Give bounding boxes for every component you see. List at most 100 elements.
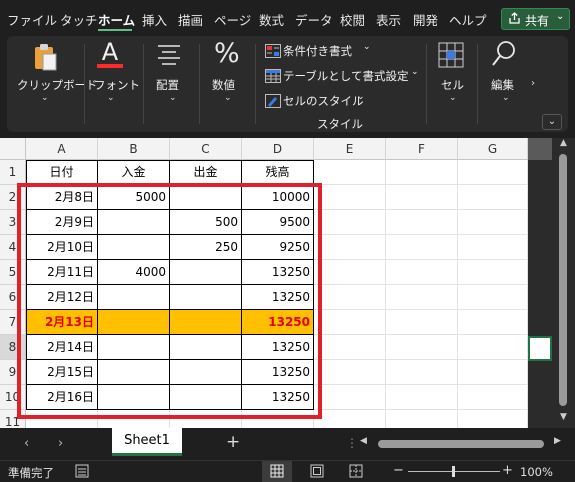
column-header[interactable]: G xyxy=(458,138,528,160)
tab-touch[interactable]: タッチ xyxy=(60,10,98,29)
select-all-corner[interactable] xyxy=(0,138,26,160)
empty-cell[interactable] xyxy=(386,160,458,185)
ribbon-scroll-right[interactable]: › xyxy=(528,38,542,108)
column-header[interactable]: E xyxy=(314,138,386,160)
zoom-slider-handle[interactable] xyxy=(452,466,455,477)
empty-cell[interactable] xyxy=(314,185,386,210)
worksheet-grid[interactable]: A B C D E F G 1 2 3 4 5 6 7 8 9 10 11 日付… xyxy=(0,138,528,428)
empty-cell[interactable] xyxy=(386,410,458,428)
share-icon xyxy=(508,12,521,28)
selected-cell[interactable] xyxy=(528,336,552,361)
empty-cell[interactable] xyxy=(386,235,458,260)
empty-cell[interactable] xyxy=(458,210,528,235)
alignment-group[interactable]: 配置 ⌄ xyxy=(147,36,197,132)
horizontal-scrollbar[interactable]: ◀ ▶ xyxy=(360,436,565,450)
scroll-left-icon[interactable]: ◀ xyxy=(360,436,367,446)
chevron-right-icon[interactable]: › xyxy=(58,436,63,451)
page-layout-view-icon[interactable] xyxy=(310,464,324,481)
empty-cell[interactable] xyxy=(458,385,528,410)
page-break-view-icon[interactable] xyxy=(349,464,363,481)
empty-cell[interactable] xyxy=(458,310,528,335)
zoom-in-button[interactable]: + xyxy=(502,463,513,478)
column-header[interactable]: F xyxy=(386,138,458,160)
empty-cell[interactable] xyxy=(458,260,528,285)
tab-data[interactable]: データ xyxy=(295,10,333,29)
clipboard-icon xyxy=(32,42,60,75)
empty-cell[interactable] xyxy=(386,385,458,410)
tab-insert[interactable]: 挿入 xyxy=(142,10,167,29)
collapse-ribbon-button[interactable]: ⌄ xyxy=(542,114,562,130)
empty-cell[interactable] xyxy=(314,335,386,360)
styles-group-label: スタイル xyxy=(317,117,363,131)
cells-group[interactable]: セル ⌄ xyxy=(430,36,474,132)
empty-cell[interactable] xyxy=(386,210,458,235)
number-group[interactable]: % 数値 ⌄ xyxy=(203,36,253,132)
editing-group[interactable]: 編集 ⌄ xyxy=(482,36,526,132)
chevron-down-icon: ⌄ xyxy=(169,93,177,103)
tab-developer[interactable]: 開発 xyxy=(413,10,438,29)
column-header[interactable]: D xyxy=(242,138,314,160)
empty-cell[interactable] xyxy=(386,360,458,385)
tab-draw[interactable]: 描画 xyxy=(178,10,203,29)
empty-cell[interactable] xyxy=(458,185,528,210)
tab-page-layout[interactable]: ページ xyxy=(214,10,251,29)
more-options-icon[interactable]: ⋮ xyxy=(346,436,358,450)
empty-cell[interactable] xyxy=(386,335,458,360)
empty-cell[interactable] xyxy=(458,360,528,385)
chevron-down-icon: ⌄ xyxy=(224,93,232,103)
zoom-level[interactable]: 100% xyxy=(520,465,553,479)
clipboard-group[interactable]: クリップボード ⌄ xyxy=(7,36,98,132)
empty-cell[interactable] xyxy=(386,285,458,310)
add-sheet-button[interactable]: + xyxy=(226,432,240,452)
header-cell-deposit[interactable]: 入金 xyxy=(98,160,170,185)
column-header[interactable]: B xyxy=(98,138,170,160)
tab-home[interactable]: ホーム xyxy=(98,10,135,29)
empty-cell[interactable] xyxy=(314,210,386,235)
horizontal-scroll-thumb[interactable] xyxy=(378,440,544,448)
empty-cell[interactable] xyxy=(314,360,386,385)
active-tab-indicator xyxy=(98,29,132,31)
column-header[interactable]: C xyxy=(170,138,242,160)
empty-cell[interactable] xyxy=(458,235,528,260)
empty-cell[interactable] xyxy=(458,285,528,310)
search-icon xyxy=(491,40,517,71)
empty-cell[interactable] xyxy=(386,185,458,210)
empty-cell[interactable] xyxy=(314,310,386,335)
share-button[interactable]: 共有 ⌄ xyxy=(501,8,570,30)
normal-view-icon[interactable] xyxy=(270,464,284,481)
empty-cell[interactable] xyxy=(314,235,386,260)
sheet-tab[interactable]: Sheet1 xyxy=(112,428,182,456)
column-header[interactable]: A xyxy=(26,138,98,160)
tab-help[interactable]: ヘルプ xyxy=(449,10,487,29)
empty-cell[interactable] xyxy=(458,410,528,428)
empty-cell[interactable] xyxy=(458,335,528,360)
scroll-right-icon[interactable]: ▶ xyxy=(554,436,561,446)
chevron-down-icon: ⌄ xyxy=(411,67,419,77)
chevron-left-icon[interactable]: ‹ xyxy=(24,436,29,451)
scroll-up-icon[interactable]: ▲ xyxy=(560,138,567,148)
ribbon-separator xyxy=(426,44,427,124)
row-header[interactable]: 1 xyxy=(0,160,26,185)
empty-cell[interactable] xyxy=(386,260,458,285)
chevron-down-icon: ⌄ xyxy=(502,93,510,103)
header-cell-withdrawal[interactable]: 出金 xyxy=(170,160,242,185)
empty-cell[interactable] xyxy=(314,385,386,410)
vertical-scrollbar[interactable]: ▲ ▼ xyxy=(528,138,575,428)
empty-cell[interactable] xyxy=(314,160,386,185)
tab-review[interactable]: 校閲 xyxy=(340,10,365,29)
tab-file[interactable]: ファイル xyxy=(7,10,57,29)
empty-cell[interactable] xyxy=(314,260,386,285)
font-group[interactable]: A フォント ⌄ xyxy=(87,36,140,132)
tab-view[interactable]: 表示 xyxy=(376,10,401,29)
header-cell-date[interactable]: 日付 xyxy=(26,160,98,185)
empty-cell[interactable] xyxy=(386,310,458,335)
scroll-down-icon[interactable]: ▼ xyxy=(560,412,567,422)
accessibility-icon[interactable] xyxy=(75,464,89,481)
empty-cell[interactable] xyxy=(314,285,386,310)
tab-formulas[interactable]: 数式 xyxy=(259,10,284,29)
zoom-out-button[interactable]: − xyxy=(393,463,404,478)
vertical-scroll-thumb[interactable] xyxy=(559,154,567,406)
empty-cell[interactable] xyxy=(458,160,528,185)
empty-cell[interactable] xyxy=(314,410,386,428)
header-cell-balance[interactable]: 残高 xyxy=(242,160,314,185)
